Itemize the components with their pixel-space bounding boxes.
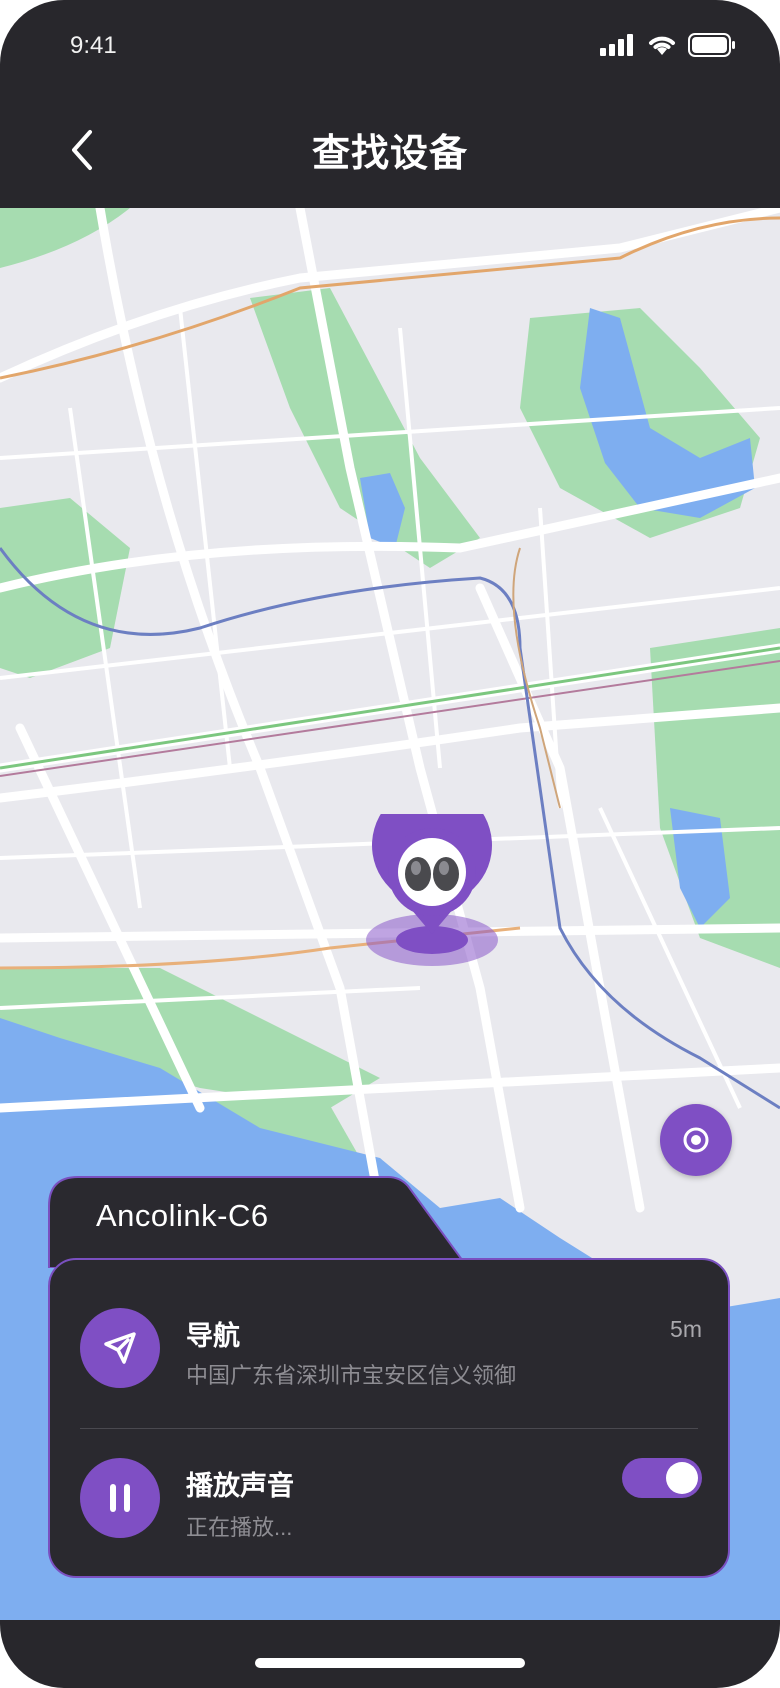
status-time: 9:41 — [70, 32, 117, 59]
navigate-button[interactable] — [80, 1308, 160, 1388]
cellular-signal-icon — [600, 34, 633, 56]
device-name: Ancolink-C6 — [96, 1198, 269, 1233]
sound-toggle[interactable] — [622, 1458, 702, 1498]
page-title: 查找设备 — [311, 133, 468, 175]
navigation-row[interactable]: 导航 中国广东省深圳市宝安区信义领御 5m — [50, 1260, 732, 1410]
home-indicator[interactable] — [255, 1658, 525, 1668]
locate-button[interactable] — [660, 1104, 732, 1176]
phone-screen: 9:41 查找设备 Ancolink-C6 导航 中国广东省深圳市宝安区信义领御… — [0, 0, 780, 1688]
play-sound-button[interactable] — [80, 1458, 160, 1538]
device-action-card: 导航 中国广东省深圳市宝安区信义领御 5m 播放声音 正在播放... — [48, 1258, 730, 1578]
target-icon — [683, 1127, 709, 1153]
pause-icon — [110, 1484, 130, 1512]
nav-bar: 查找设备 — [0, 92, 780, 208]
navigation-address: 中国广东省深圳市宝安区信义领御 — [186, 1363, 517, 1388]
distance-label: 5m — [670, 1316, 702, 1342]
toggle-knob — [666, 1462, 698, 1494]
sound-status: 正在播放... — [186, 1515, 293, 1540]
paper-plane-icon — [104, 1332, 136, 1364]
device-location-pin-icon[interactable] — [364, 814, 504, 994]
navigation-title: 导航 — [186, 1321, 240, 1351]
status-icons — [600, 32, 736, 58]
battery-icon — [688, 33, 735, 57]
sound-title: 播放声音 — [186, 1471, 294, 1501]
play-sound-row[interactable]: 播放声音 正在播放... — [50, 1428, 732, 1578]
status-bar: 9:41 — [0, 0, 780, 92]
wifi-icon — [649, 36, 675, 55]
